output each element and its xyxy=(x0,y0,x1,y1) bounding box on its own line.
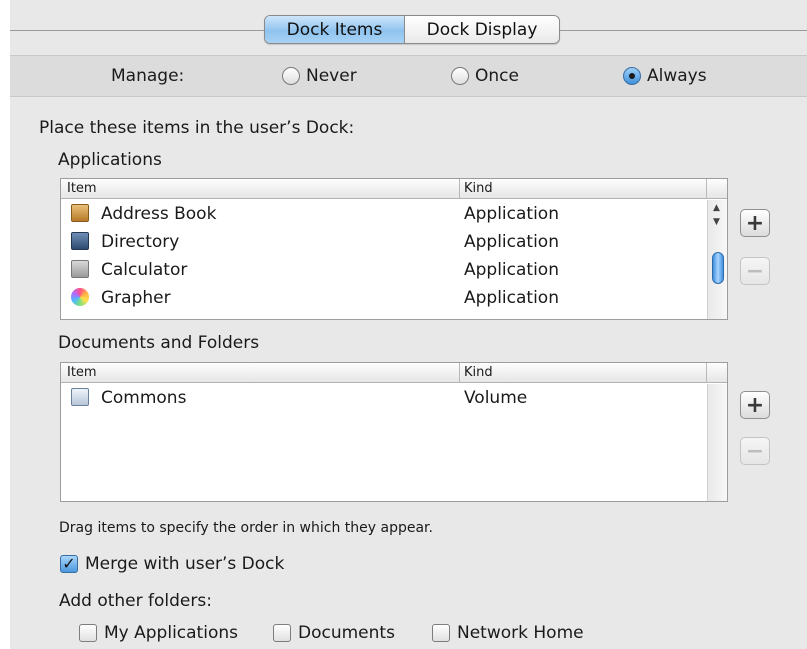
table-row[interactable]: Calculator Application xyxy=(61,256,727,284)
radio-label: Always xyxy=(647,66,707,86)
column-header-item[interactable]: Item xyxy=(67,365,97,380)
radio-label: Once xyxy=(475,66,519,86)
radio-button[interactable] xyxy=(623,67,641,85)
network-home-checkbox-row[interactable]: Network Home xyxy=(432,623,584,643)
add-other-heading: Add other folders: xyxy=(59,591,212,611)
item-kind: Application xyxy=(464,288,559,308)
documents-rows: Commons Volume xyxy=(61,384,727,501)
column-divider xyxy=(459,179,460,199)
table-header: Item Kind xyxy=(61,179,727,199)
column-header-item[interactable]: Item xyxy=(67,181,97,196)
radio-label: Never xyxy=(306,66,357,86)
radio-dot xyxy=(629,73,635,79)
my-applications-checkbox[interactable] xyxy=(79,624,97,642)
table-row[interactable]: Grapher Application xyxy=(61,284,727,312)
documents-checkbox-row[interactable]: Documents xyxy=(273,623,395,643)
merge-label: Merge with user’s Dock xyxy=(85,554,285,574)
applications-rows: Address Book Application Directory Appli… xyxy=(61,200,727,319)
documents-checkbox[interactable] xyxy=(273,624,291,642)
table-header: Item Kind xyxy=(61,363,727,383)
separator-left xyxy=(10,30,264,31)
calculator-icon xyxy=(71,260,89,278)
table-row[interactable]: Address Book Application xyxy=(61,200,727,228)
add-document-button[interactable]: + xyxy=(740,391,770,419)
checkbox-label: Network Home xyxy=(457,623,584,643)
tab-dock-items[interactable]: Dock Items xyxy=(265,16,405,43)
column-header-kind[interactable]: Kind xyxy=(464,365,493,380)
table-row[interactable]: Commons Volume xyxy=(61,384,727,412)
applications-table: Item Kind Address Book Application Direc… xyxy=(60,178,728,320)
item-kind: Volume xyxy=(464,388,528,408)
tab-segmented-control: Dock Items Dock Display xyxy=(264,15,560,44)
item-name: Directory xyxy=(101,232,180,252)
radio-once[interactable]: Once xyxy=(451,66,519,86)
applications-scrollbar[interactable]: ▲ ▼ xyxy=(707,200,727,319)
item-kind: Application xyxy=(464,232,559,252)
intro-text: Place these items in the user’s Dock: xyxy=(39,118,355,138)
item-name: Calculator xyxy=(101,260,188,280)
add-application-button[interactable]: + xyxy=(740,209,770,237)
column-header-kind[interactable]: Kind xyxy=(464,181,493,196)
radio-button[interactable] xyxy=(451,67,469,85)
grapher-icon xyxy=(71,288,89,306)
documents-scrollbar xyxy=(707,384,727,501)
item-kind: Application xyxy=(464,260,559,280)
documents-table: Item Kind Commons Volume xyxy=(60,362,728,502)
scroll-thumb[interactable] xyxy=(712,252,724,284)
address-book-icon xyxy=(71,204,89,222)
table-row[interactable]: Directory Application xyxy=(61,228,727,256)
scroll-down-arrow-icon[interactable]: ▼ xyxy=(713,217,720,227)
item-name: Grapher xyxy=(101,288,171,308)
item-name: Address Book xyxy=(101,204,217,224)
column-divider xyxy=(706,363,707,383)
scroll-up-arrow-icon[interactable]: ▲ xyxy=(713,203,720,213)
item-name: Commons xyxy=(101,388,187,408)
column-divider xyxy=(459,363,460,383)
manage-bar: Manage: Never Once Always xyxy=(10,55,807,97)
preferences-panel xyxy=(10,0,807,649)
remove-document-button[interactable]: − xyxy=(740,437,770,465)
item-kind: Application xyxy=(464,204,559,224)
documents-heading: Documents and Folders xyxy=(58,333,260,353)
applications-heading: Applications xyxy=(58,150,162,170)
checkbox-label: Documents xyxy=(298,623,395,643)
manage-label: Manage: xyxy=(111,66,185,86)
radio-never[interactable]: Never xyxy=(282,66,357,86)
column-divider xyxy=(706,179,707,199)
merge-checkbox[interactable]: ✓ xyxy=(60,555,78,573)
checkbox-label: My Applications xyxy=(104,623,238,643)
tab-dock-display[interactable]: Dock Display xyxy=(405,16,559,43)
network-home-checkbox[interactable] xyxy=(432,624,450,642)
radio-button[interactable] xyxy=(282,67,300,85)
my-applications-checkbox-row[interactable]: My Applications xyxy=(79,623,238,643)
separator-right xyxy=(560,30,807,31)
remove-application-button[interactable]: − xyxy=(740,257,770,285)
directory-icon xyxy=(71,232,89,250)
merge-checkbox-row[interactable]: ✓ Merge with user’s Dock xyxy=(60,554,284,574)
drag-hint: Drag items to specify the order in which… xyxy=(59,520,433,536)
radio-always[interactable]: Always xyxy=(623,66,707,86)
volume-icon xyxy=(71,388,89,406)
